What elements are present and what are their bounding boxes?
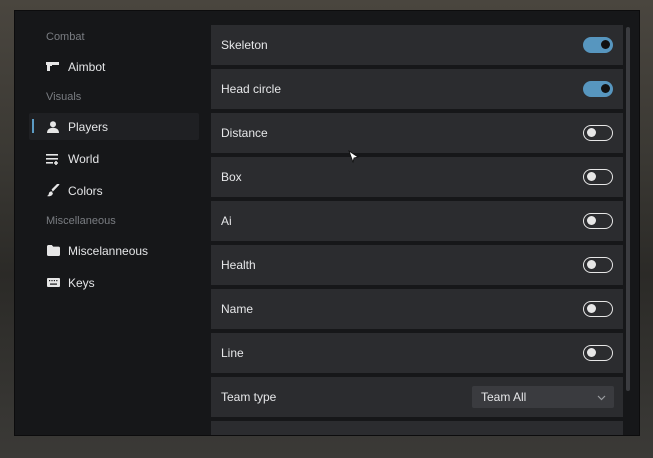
sidebar-item-label: Colors — [68, 183, 103, 198]
sidebar-item-label: Keys — [68, 275, 95, 290]
toggle-knob — [600, 40, 610, 49]
setting-row-ai: Ai — [211, 201, 623, 241]
settings-panel: Skeleton Head circle Distance Box Ai Hea… — [211, 25, 627, 435]
select-value: Team All — [481, 390, 527, 404]
setting-label: Ai — [221, 214, 232, 228]
setting-row-health: Health — [211, 245, 623, 285]
toggle-knob — [586, 128, 596, 137]
scrollbar[interactable] — [626, 27, 630, 391]
section-title-combat: Combat — [46, 31, 85, 43]
health-toggle[interactable] — [583, 257, 613, 273]
sidebar: Combat Aimbot Visuals Players World Colo… — [15, 11, 211, 435]
setting-label: Box — [221, 170, 242, 184]
setting-row-team-type: Team type Team All — [211, 377, 623, 417]
sidebar-item-colors[interactable]: Colors — [29, 177, 199, 204]
setting-label: Line — [221, 346, 244, 360]
mouse-cursor-icon — [348, 149, 360, 169]
toggle-knob — [600, 84, 610, 93]
toggle-knob — [586, 172, 596, 181]
box-toggle[interactable] — [583, 169, 613, 185]
toggle-knob — [586, 260, 596, 269]
setting-label: Health — [221, 258, 256, 272]
setting-label: Skeleton — [221, 38, 268, 52]
head-circle-toggle[interactable] — [583, 81, 613, 97]
skeleton-toggle[interactable] — [583, 37, 613, 53]
setting-row-distance: Distance — [211, 113, 623, 153]
sidebar-item-label: Aimbot — [68, 59, 106, 74]
sidebar-item-world[interactable]: World — [29, 145, 199, 172]
gun-icon — [46, 60, 60, 74]
setting-row-box: Box — [211, 157, 623, 197]
sidebar-item-label: World — [68, 151, 100, 166]
name-toggle[interactable] — [583, 301, 613, 317]
section-title-miscellaneous: Miscellaneous — [46, 215, 116, 227]
sidebar-item-aimbot[interactable]: Aimbot — [29, 53, 199, 80]
setting-row-name: Name — [211, 289, 623, 329]
user-icon — [46, 120, 60, 134]
list-icon — [46, 152, 60, 166]
setting-label: Head circle — [221, 82, 282, 96]
ai-toggle[interactable] — [583, 213, 613, 229]
toggle-knob — [586, 304, 596, 313]
distance-toggle[interactable] — [583, 125, 613, 141]
cheat-menu-window: Combat Aimbot Visuals Players World Colo… — [14, 10, 640, 436]
setting-label: Team type — [221, 390, 277, 404]
keyboard-icon — [46, 276, 60, 290]
setting-label: Distance — [221, 126, 268, 140]
setting-row-skeleton: Skeleton — [211, 25, 623, 65]
setting-row-head-circle: Head circle — [211, 69, 623, 109]
folder-icon — [46, 244, 60, 258]
toggle-knob — [586, 348, 596, 357]
team-type-select[interactable]: Team All — [472, 386, 614, 408]
section-title-visuals: Visuals — [46, 91, 82, 103]
sidebar-item-label: Players — [68, 119, 109, 134]
setting-row-partial — [211, 421, 623, 435]
toggle-knob — [586, 216, 596, 225]
line-toggle[interactable] — [583, 345, 613, 361]
setting-label: Name — [221, 302, 254, 316]
chevron-down-icon — [597, 390, 606, 404]
sidebar-item-players[interactable]: Players — [29, 113, 199, 140]
sidebar-item-label: Miscelanneous — [68, 243, 149, 258]
brush-icon — [46, 184, 60, 198]
sidebar-item-miscelanneous[interactable]: Miscelanneous — [29, 237, 199, 264]
sidebar-item-keys[interactable]: Keys — [29, 269, 199, 296]
setting-row-line: Line — [211, 333, 623, 373]
